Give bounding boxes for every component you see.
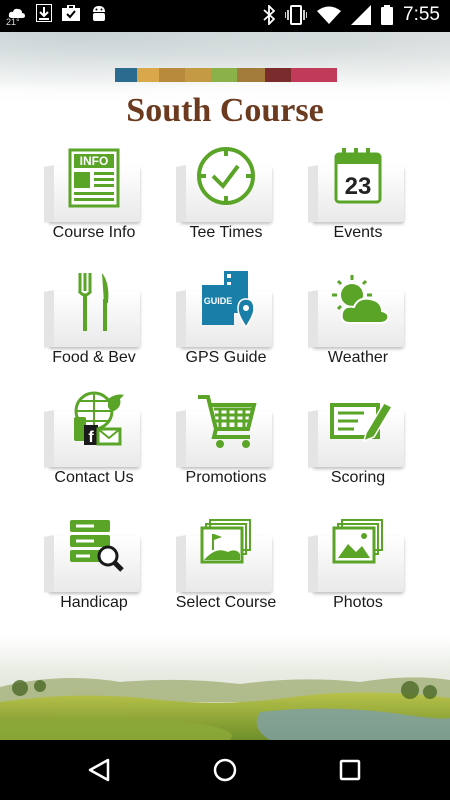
- clock-icon: [197, 147, 255, 205]
- back-button[interactable]: [80, 754, 120, 786]
- clock-time: 7:55: [403, 4, 440, 25]
- menu-item-label: Select Course: [175, 594, 277, 611]
- menu-item-handicap[interactable]: Handicap: [28, 514, 160, 629]
- menu-item-course-info[interactable]: INFO Course Info: [28, 144, 160, 259]
- vibrate-icon: [285, 5, 308, 25]
- back-icon: [88, 758, 110, 782]
- notification-icons: [8, 4, 108, 22]
- app-screen: South Course INFO Course Info Tee Times …: [0, 32, 450, 740]
- menu-item-label: Photos: [333, 594, 383, 611]
- menu-item-promotions[interactable]: Promotions: [160, 389, 292, 504]
- menu-item-label: Contact Us: [54, 469, 134, 486]
- menu-item-label: GPS Guide: [185, 349, 267, 366]
- home-button[interactable]: [205, 754, 245, 786]
- menu-item-tee-times[interactable]: Tee Times: [160, 144, 292, 259]
- photos-icon: [332, 519, 383, 564]
- bluetooth-icon: [263, 5, 276, 25]
- system-icons: 7:55: [263, 4, 440, 26]
- golf-course-background: [0, 632, 450, 740]
- scorecard-pencil-icon: [330, 402, 394, 443]
- menu-item-gps-guide[interactable]: GUIDE GPS Guide: [160, 269, 292, 384]
- signal-icon: [351, 5, 372, 25]
- temperature-text: 21°: [6, 17, 20, 27]
- menu-item-label: Weather: [327, 349, 389, 366]
- menu-item-select-course[interactable]: Select Course: [160, 514, 292, 629]
- home-icon: [213, 758, 237, 782]
- gps-guide-icon: GUIDE: [202, 271, 255, 329]
- menu-item-label: Course Info: [52, 224, 136, 241]
- menu-item-label: Food & Bev: [52, 349, 136, 366]
- menu-item-label: Events: [333, 224, 383, 241]
- briefcase-icon: [62, 5, 80, 21]
- shopping-cart-icon: [198, 395, 257, 448]
- menu-item-scoring[interactable]: Scoring: [292, 389, 424, 504]
- page-title: South Course: [126, 92, 324, 129]
- menu-item-label: Handicap: [60, 594, 128, 611]
- recents-button[interactable]: [330, 754, 370, 786]
- svg-text:INFO: INFO: [80, 154, 109, 168]
- status-bar: 21° 7:55: [0, 0, 450, 32]
- club-logo: [115, 68, 337, 82]
- database-search-icon: [70, 520, 124, 572]
- download-icon: [36, 4, 52, 22]
- fork-knife-icon: [77, 273, 109, 331]
- android-debug-icon: [93, 6, 105, 21]
- guide-badge: GUIDE: [204, 296, 233, 306]
- course-photos-icon: [200, 519, 251, 564]
- menu-item-label: Promotions: [185, 469, 267, 486]
- menu-item-weather[interactable]: Weather: [292, 269, 424, 384]
- navigation-bar: [0, 740, 450, 800]
- calendar-day: 23: [345, 173, 372, 200]
- info-newspaper-icon: INFO: [68, 148, 120, 208]
- contact-icon: f: [74, 391, 124, 446]
- wifi-icon: [317, 6, 342, 24]
- recents-icon: [339, 759, 361, 781]
- menu-item-photos[interactable]: Photos: [292, 514, 424, 629]
- menu-item-events[interactable]: 23 Events: [292, 144, 424, 259]
- battery-icon: [381, 5, 394, 25]
- menu-item-label: Scoring: [330, 469, 386, 486]
- calendar-icon: 23: [334, 148, 382, 204]
- menu-item-contact-us[interactable]: f Contact Us: [28, 389, 160, 504]
- menu-item-label: Tee Times: [189, 224, 263, 241]
- sun-cloud-icon: [332, 275, 390, 324]
- menu-item-food-bev[interactable]: Food & Bev: [28, 269, 160, 384]
- svg-text:f: f: [88, 429, 94, 446]
